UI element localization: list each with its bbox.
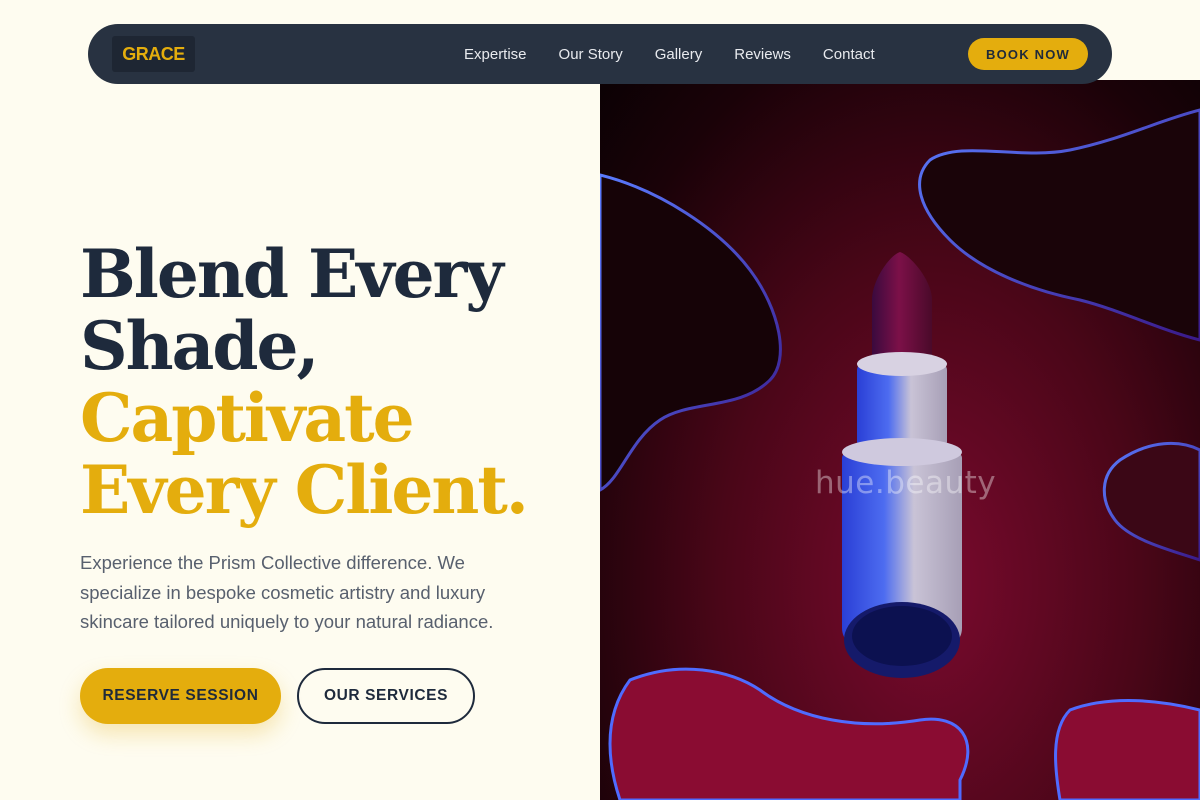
nav-link-our-story[interactable]: Our Story xyxy=(559,46,623,63)
book-now-button[interactable]: BOOK NOW xyxy=(968,38,1088,70)
headline-line-1: Blend Every xyxy=(80,235,504,313)
our-services-button[interactable]: OUR SERVICES xyxy=(297,668,475,724)
nav-link-gallery[interactable]: Gallery xyxy=(655,46,703,63)
nav-link-contact[interactable]: Contact xyxy=(823,46,875,63)
headline-line-4: Every Client. xyxy=(80,451,529,529)
navbar: GRACE Expertise Our Story Gallery Review… xyxy=(88,24,1112,84)
nav-links: Expertise Our Story Gallery Reviews Cont… xyxy=(464,24,907,84)
headline-line-3: Captivate xyxy=(80,379,415,457)
reserve-session-button[interactable]: RESERVE SESSION xyxy=(80,668,281,724)
nav-link-reviews[interactable]: Reviews xyxy=(734,46,791,63)
hero-headline: Blend Every Shade, Captivate Every Clien… xyxy=(80,235,529,529)
hero-description: Experience the Prism Collective differen… xyxy=(80,552,494,632)
nav-link-expertise[interactable]: Expertise xyxy=(464,46,527,63)
watermark-text: hue.beauty xyxy=(815,465,997,501)
headline-line-2: Shade, xyxy=(80,307,320,385)
landing-page: hue.beauty GRACE Expertise Our Story Gal… xyxy=(0,0,1200,800)
lipstick-illustration xyxy=(600,108,1200,800)
hero-image: hue.beauty xyxy=(600,80,1200,800)
brand-logo[interactable]: GRACE xyxy=(112,36,195,72)
